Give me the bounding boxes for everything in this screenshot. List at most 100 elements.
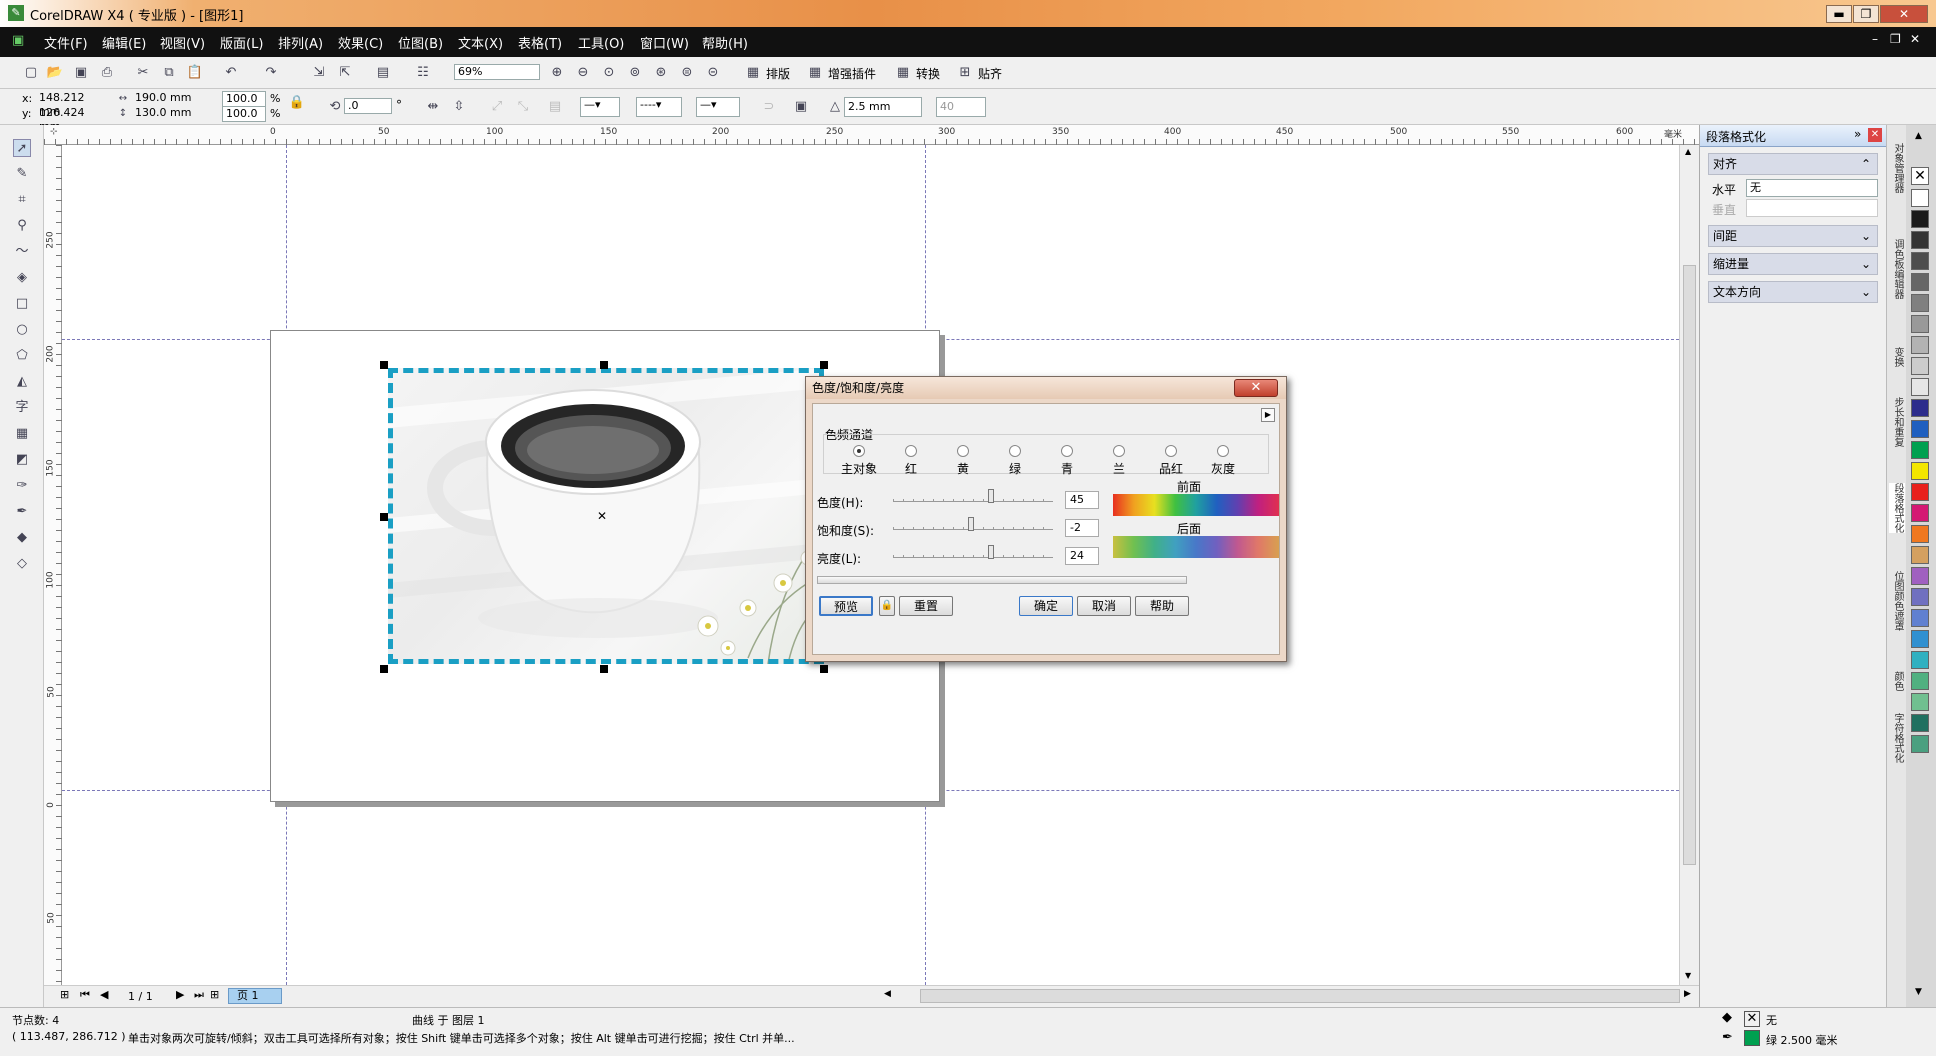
corner-field[interactable]: 40 [936, 97, 986, 117]
doc-restore-icon[interactable]: ❐ [1890, 32, 1901, 46]
tab-character-format[interactable]: 字符格式化 [1889, 713, 1905, 763]
next-page-icon[interactable]: ▶ [176, 988, 184, 1001]
smart-fill-icon[interactable]: ◈ [13, 269, 31, 287]
channel-radio-red[interactable] [905, 445, 917, 457]
vertical-ruler[interactable]: 250 200 150 100 50 0 50 [44, 145, 62, 985]
tab-step-repeat[interactable]: 步长和重复 [1889, 397, 1905, 447]
color-swatch[interactable] [1911, 567, 1929, 585]
blend-tool-icon[interactable]: ◩ [13, 451, 31, 469]
close-curve-icon[interactable]: ⊃ [760, 98, 778, 116]
doc-close-icon[interactable]: ✕ [1910, 32, 1920, 46]
import-icon[interactable]: ⇲ [310, 64, 328, 82]
page-tab[interactable]: 页 1 [228, 988, 282, 1004]
color-swatch[interactable] [1911, 378, 1929, 396]
color-swatch[interactable] [1911, 483, 1929, 501]
mirror-v-icon[interactable]: ⇳ [450, 98, 468, 116]
zoom-select[interactable]: 69% [454, 64, 540, 80]
dialog-close-button[interactable]: ✕ [1234, 379, 1278, 397]
maximize-button[interactable]: ❐ [1853, 5, 1879, 23]
export-icon[interactable]: ⇱ [336, 64, 354, 82]
horizontal-align-select[interactable]: 无 [1746, 179, 1878, 197]
menu-tools[interactable]: 工具(O) [578, 33, 624, 52]
hue-slider-thumb[interactable] [988, 489, 995, 503]
zoom-in-icon[interactable]: ⊕ [548, 64, 566, 82]
color-swatch[interactable] [1911, 336, 1929, 354]
new-icon[interactable]: ▢ [22, 64, 40, 82]
scroll-down-icon[interactable]: ▼ [1685, 971, 1691, 980]
app-launcher-icon[interactable]: ▤ [374, 64, 392, 82]
color-swatch[interactable] [1911, 462, 1929, 480]
menu-text[interactable]: 文本(X) [458, 33, 503, 52]
close-button[interactable]: ✕ [1880, 5, 1928, 23]
scroll-up-icon[interactable]: ▲ [1685, 147, 1691, 156]
menu-window[interactable]: 窗口(W) [640, 33, 689, 52]
scroll-right-icon[interactable]: ▶ [1684, 989, 1691, 999]
height-field[interactable]: 130.0 mm [132, 106, 204, 122]
ok-button[interactable]: 确定 [1019, 596, 1073, 616]
channel-radio-blue[interactable] [1113, 445, 1125, 457]
zoom-all-icon[interactable]: ⊛ [652, 64, 670, 82]
x-field[interactable]: 148.212 mm [36, 91, 108, 118]
outline-indicator[interactable] [1744, 1030, 1760, 1046]
layout-icon[interactable]: ▦ [744, 64, 762, 82]
fill-tool-icon[interactable]: ◆ [13, 529, 31, 547]
lightness-slider[interactable] [893, 545, 1053, 559]
reset-button[interactable]: 重置 [899, 596, 953, 616]
y-field[interactable]: 126.424 mm [36, 106, 108, 133]
color-swatch[interactable] [1911, 315, 1929, 333]
zoom-fit-icon[interactable]: ⊙ [600, 64, 618, 82]
tab-color[interactable]: 颜色 [1889, 671, 1905, 691]
menu-effects[interactable]: 效果(C) [338, 33, 383, 52]
pick-tool-icon[interactable]: ➚ [13, 139, 31, 157]
crop-tool-icon[interactable]: ⌗ [13, 191, 31, 209]
doc-minimize-icon[interactable]: – [1872, 32, 1878, 46]
page-add-icon[interactable]: ⊞ [60, 988, 69, 1001]
chevron-down-icon[interactable]: ⌄ [1861, 226, 1871, 246]
convert-icon[interactable]: ▦ [894, 64, 912, 82]
prev-page-icon[interactable]: ◀ [100, 988, 108, 1001]
docker-collapse-icon[interactable]: » [1854, 127, 1861, 141]
selection-handle[interactable] [380, 361, 388, 369]
color-swatch[interactable] [1911, 546, 1929, 564]
color-swatch[interactable] [1911, 399, 1929, 417]
first-page-icon[interactable]: ⏮ [80, 988, 90, 1002]
freehand-tool-icon[interactable]: 〜 [13, 243, 31, 261]
angle-field[interactable]: .0 [344, 98, 392, 114]
snap-icon[interactable]: ⊞ [956, 64, 974, 82]
color-swatch[interactable] [1911, 273, 1929, 291]
color-swatch[interactable] [1911, 441, 1929, 459]
zoom-width-icon[interactable]: ⊝ [704, 64, 722, 82]
selection-handle[interactable] [380, 513, 388, 521]
lock-preview-icon[interactable]: 🔒 [879, 596, 895, 616]
indent-section[interactable]: 缩进量 ⌄ [1708, 253, 1878, 275]
start-arrow-select[interactable]: —▾ [580, 97, 620, 117]
scale-y-field[interactable]: 100.0 [222, 106, 266, 122]
save-icon[interactable]: ▣ [72, 64, 90, 82]
tab-object-manager[interactable]: 对象管理器 [1889, 143, 1905, 193]
ellipse-tool-icon[interactable]: ○ [13, 321, 31, 339]
menu-layout[interactable]: 版面(L) [220, 33, 263, 52]
shape-icon[interactable]: ⤢ [488, 98, 506, 116]
shape-tool-icon[interactable]: ✎ [13, 165, 31, 183]
lock-ratio-icon[interactable]: 🔒 [288, 94, 306, 112]
basic-shapes-icon[interactable]: ◭ [13, 373, 31, 391]
color-swatch[interactable] [1911, 651, 1929, 669]
color-swatch[interactable] [1911, 525, 1929, 543]
menu-file[interactable]: 文件(F) [44, 33, 88, 52]
channel-radio-yellow[interactable] [957, 445, 969, 457]
saturation-value[interactable]: -2 [1065, 519, 1099, 537]
text-tool-icon[interactable]: 字 [13, 399, 31, 417]
mirror-h-icon[interactable]: ⇹ [424, 98, 442, 116]
scale-x-field[interactable]: 100.0 [222, 91, 266, 107]
channel-radio-green[interactable] [1009, 445, 1021, 457]
channel-radio-master[interactable] [853, 445, 865, 457]
menu-help[interactable]: 帮助(H) [702, 33, 748, 52]
channel-radio-magenta[interactable] [1165, 445, 1177, 457]
menu-arrange[interactable]: 排列(A) [278, 33, 323, 52]
ruler-corner-icon[interactable]: ⊹ [50, 127, 58, 137]
wrap-icon[interactable]: ▤ [546, 98, 564, 116]
color-swatch[interactable] [1911, 357, 1929, 375]
paste-icon[interactable]: 📋 [186, 64, 204, 82]
color-swatch[interactable] [1911, 735, 1929, 753]
preview-button[interactable]: 预览 [819, 596, 873, 616]
